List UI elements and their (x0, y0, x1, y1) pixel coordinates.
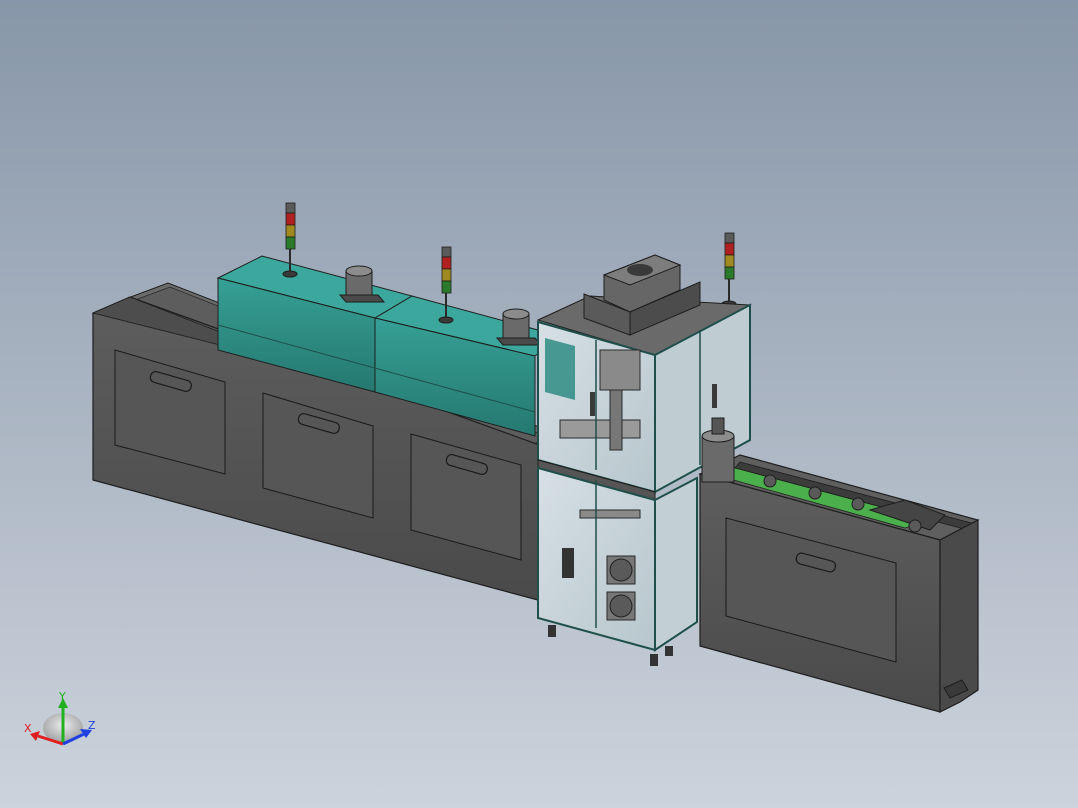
coordinate-triad[interactable]: Y X Z (24, 690, 96, 746)
exhaust-port (338, 265, 386, 303)
conveyor-housing (698, 454, 980, 713)
z-axis-label: Z (88, 719, 96, 732)
x-axis-label: X (24, 722, 32, 735)
fan-icon (606, 591, 636, 621)
exhaust-port (495, 308, 543, 346)
assembly-model[interactable]: Y X Z (0, 0, 1078, 808)
signal-tower (721, 232, 737, 308)
y-axis-label: Y (58, 690, 66, 703)
fan-icon (606, 555, 636, 585)
cad-viewport[interactable]: Y X Z (0, 0, 1078, 808)
